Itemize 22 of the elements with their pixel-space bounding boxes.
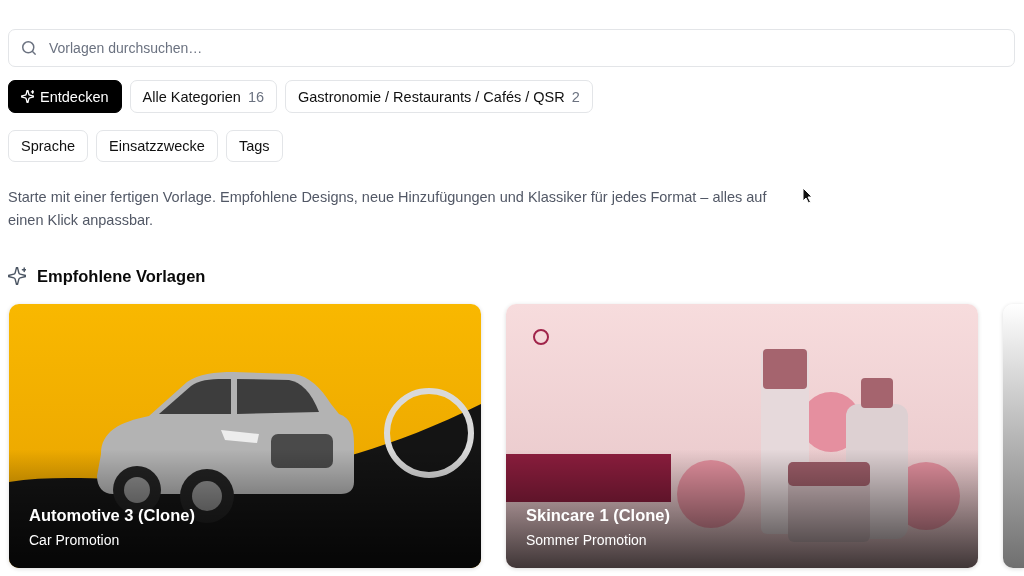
intro-text: Starte mit einer fertigen Vorlage. Empfohlene Designs, neue Hinzufügungen und Klassiker für jedes Format – alles auf einen Klick anpassbar.	[8, 188, 768, 230]
template-title: Skincare 1 (Clone)	[526, 505, 671, 526]
category-tab[interactable]: Alle Kategorien 16	[129, 80, 277, 113]
section-heading: Empfohlene Vorlagen	[37, 266, 206, 286]
search-icon	[22, 41, 36, 55]
template-card[interactable]: Skincare 1 (Clone) Sommer Promotion	[506, 304, 978, 568]
item-count: 16	[247, 88, 264, 105]
filter-button[interactable]: Einsatzzwecke	[96, 130, 218, 162]
discover-tab[interactable]: Entdecken	[8, 80, 122, 113]
category-tab[interactable]: Gastronomie / Restaurants / Cafés / QSR 2	[285, 80, 593, 113]
cursor-icon	[802, 187, 813, 204]
template-card[interactable]	[1003, 304, 1024, 568]
item-count: 2	[571, 88, 580, 105]
sparkle-icon	[8, 267, 26, 285]
search-field[interactable]: Vorlagen durchsuchen…	[8, 29, 1015, 67]
filter-button[interactable]: Tags	[225, 130, 283, 162]
template-category: Car Promotion	[29, 531, 121, 550]
sparkle-icon	[21, 90, 34, 103]
filter-button[interactable]: Sprache	[8, 130, 88, 162]
template-category: Sommer Promotion	[526, 531, 648, 550]
template-title: Automotive 3 (Clone)	[29, 505, 196, 526]
template-card[interactable]: Automotive 3 (Clone) Car Promotion	[9, 304, 481, 568]
